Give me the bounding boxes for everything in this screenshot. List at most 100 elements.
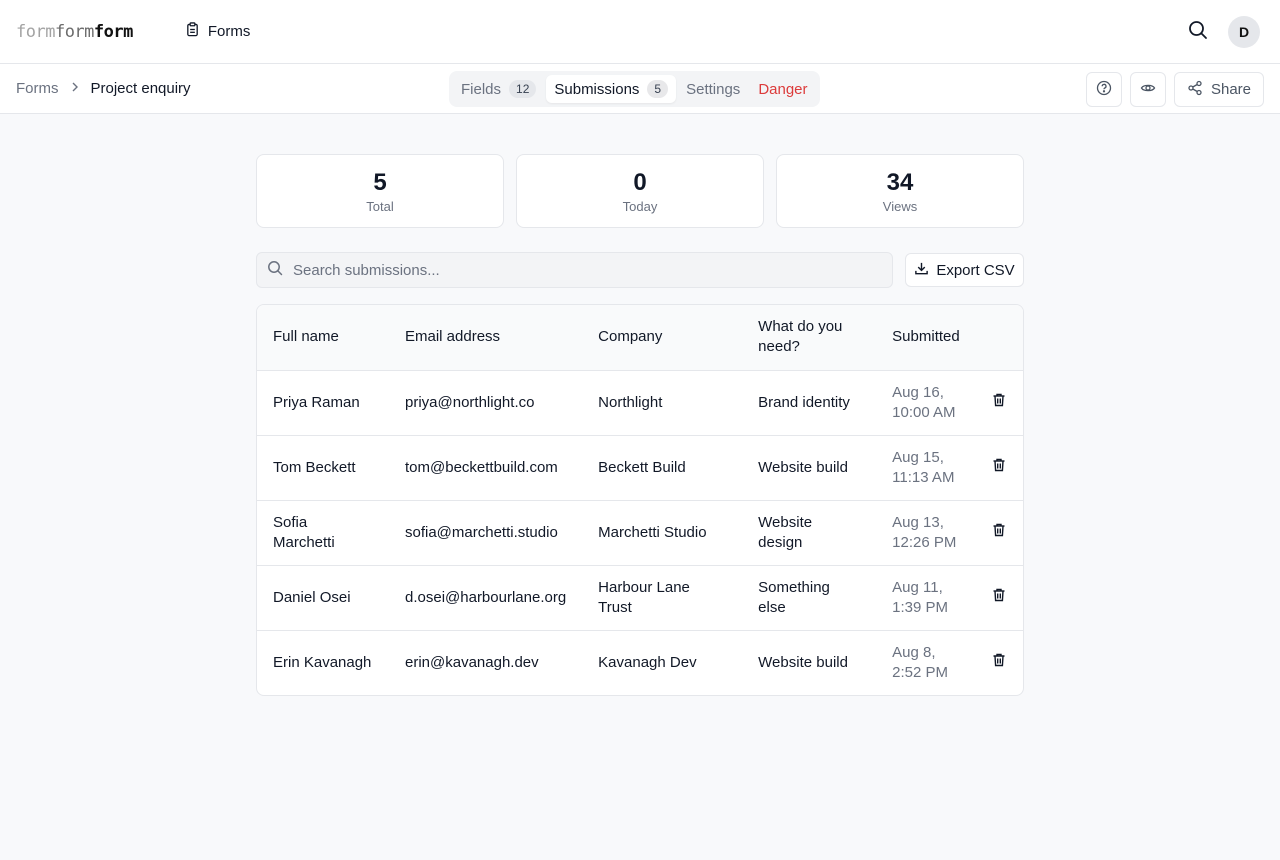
table-row[interactable]: Tom Beckett tom@beckettbuild.com Beckett B… xyxy=(257,435,1023,500)
submitted-time: 1:39 PM xyxy=(892,598,949,616)
breadcrumb-forms-link[interactable]: Forms xyxy=(16,80,59,97)
eye-icon xyxy=(1140,80,1156,100)
tab-submissions-count: 5 xyxy=(647,80,669,98)
cell-actions xyxy=(983,435,1023,500)
cell-submitted: Aug 11, 1:39 PM xyxy=(876,565,983,630)
cell-full-name: Daniel Osei xyxy=(273,588,351,606)
help-button[interactable] xyxy=(1085,72,1122,107)
clipboard-icon xyxy=(185,22,200,41)
tab-settings[interactable]: Settings xyxy=(678,75,748,103)
tab-settings-label: Settings xyxy=(686,80,741,98)
submitted-time: 11:13 AM xyxy=(892,468,955,486)
cell-company: Kavanagh Dev xyxy=(598,653,697,671)
submissions-panel: 5 Total 0 Today 34 Views Search submissi… xyxy=(256,154,1024,696)
cell-company: Northlight xyxy=(598,393,663,411)
cell-need: Website design xyxy=(758,513,813,551)
column-header-actions xyxy=(983,305,1023,370)
column-header-company: Company xyxy=(598,328,663,346)
cell-need: Website build xyxy=(758,653,848,671)
delete-submission-button[interactable] xyxy=(992,523,1006,543)
search-icon xyxy=(1188,20,1208,44)
cell-actions xyxy=(983,500,1023,565)
logo-part-1: form xyxy=(16,21,55,42)
cell-company: Marchetti Studio xyxy=(598,523,707,541)
cell-company: Harbour Lane Trust xyxy=(598,578,690,616)
sub-bar: Forms Project enquiry Fields 12 Submissi… xyxy=(0,64,1280,114)
tab-fields-label: Fields xyxy=(461,80,502,98)
submitted-date: Aug 11, xyxy=(892,578,943,596)
trash-icon xyxy=(992,653,1006,673)
cell-email: tom@beckettbuild.com xyxy=(405,458,558,476)
trash-icon xyxy=(992,458,1006,478)
cell-actions xyxy=(983,370,1023,435)
stat-card-total: 5 Total xyxy=(256,154,504,228)
stat-label: Total xyxy=(366,198,394,214)
global-search-button[interactable] xyxy=(1186,20,1210,44)
cell-actions xyxy=(983,630,1023,695)
stat-value: 34 xyxy=(886,168,914,196)
table-header-row: Full name Email address Company What do … xyxy=(257,305,1023,370)
delete-submission-button[interactable] xyxy=(992,588,1006,608)
cell-email: sofia@marchetti.studio xyxy=(405,523,558,541)
cell-need: Website build xyxy=(758,458,848,476)
delete-submission-button[interactable] xyxy=(992,393,1006,413)
column-header-submitted: Submitted xyxy=(892,328,960,346)
cell-full-name: Tom Beckett xyxy=(273,458,356,476)
table-row[interactable]: Daniel Osei d.osei@harbourlane.org Harbour… xyxy=(257,565,1023,630)
delete-submission-button[interactable] xyxy=(992,458,1006,478)
cell-full-name: Sofia Marchetti xyxy=(273,513,335,551)
form-tabs: Fields 12 Submissions 5 Settings Danger xyxy=(449,71,820,107)
stat-value: 0 xyxy=(633,168,647,196)
stat-value: 5 xyxy=(373,168,387,196)
nav-forms-link[interactable]: Forms xyxy=(185,22,250,41)
submitted-time: 2:52 PM xyxy=(892,663,949,681)
logo-part-2: form xyxy=(54,21,94,42)
breadcrumb: Forms Project enquiry xyxy=(16,80,191,97)
trash-icon xyxy=(992,523,1006,543)
tab-submissions-label: Submissions xyxy=(554,80,640,98)
cell-email: erin@kavanagh.dev xyxy=(405,653,539,671)
stat-label: Views xyxy=(882,198,918,214)
trash-icon xyxy=(992,393,1006,413)
cell-submitted: Aug 13, 12:26 PM xyxy=(876,500,983,565)
submitted-time: 12:26 PM xyxy=(892,533,957,551)
breadcrumb-current: Project enquiry xyxy=(90,80,191,97)
column-header-email: Email address xyxy=(405,328,501,346)
cell-company: Beckett Build xyxy=(598,458,686,476)
preview-button[interactable] xyxy=(1129,72,1166,107)
logo-part-3: form xyxy=(93,21,133,42)
submitted-date: Aug 16, xyxy=(892,383,944,401)
tab-fields-count: 12 xyxy=(509,80,537,98)
tab-danger[interactable]: Danger xyxy=(750,75,815,103)
tab-submissions[interactable]: Submissions 5 xyxy=(546,75,677,103)
trash-icon xyxy=(992,588,1006,608)
search-box xyxy=(256,252,893,288)
cell-submitted: Aug 16, 10:00 AM xyxy=(876,370,983,435)
top-bar: form form form Forms D xyxy=(0,0,1280,64)
cell-need: Something else xyxy=(758,578,830,616)
share-label: Share xyxy=(1210,81,1251,98)
table-row[interactable]: Priya Raman priya@northlight.co Northlight… xyxy=(257,370,1023,435)
cell-submitted: Aug 15, 11:13 AM xyxy=(876,435,983,500)
delete-submission-button[interactable] xyxy=(992,653,1006,673)
cell-email: d.osei@harbourlane.org xyxy=(405,588,567,606)
cell-full-name: Priya Raman xyxy=(273,393,360,411)
export-csv-button[interactable]: Export CSV xyxy=(905,253,1024,287)
cell-submitted: Aug 8, 2:52 PM xyxy=(876,630,983,695)
column-header-need: What do you need? xyxy=(758,318,843,356)
stat-label: Today xyxy=(622,198,658,214)
user-avatar[interactable]: D xyxy=(1228,16,1260,48)
stat-card-views: 34 Views xyxy=(776,154,1024,228)
app-logo[interactable]: form form form xyxy=(16,22,133,42)
table-row[interactable]: Erin Kavanagh erin@kavanagh.dev Kavanagh D… xyxy=(257,630,1023,695)
table-row[interactable]: Sofia Marchetti sofia@marchetti.studio Mar… xyxy=(257,500,1023,565)
tab-danger-label: Danger xyxy=(758,80,808,98)
share-icon xyxy=(1187,80,1203,100)
tab-fields[interactable]: Fields 12 xyxy=(453,75,544,103)
submitted-date: Aug 15, xyxy=(892,448,944,466)
search-submissions-input[interactable] xyxy=(293,261,882,279)
submitted-date: Aug 13, xyxy=(892,513,944,531)
export-csv-label: Export CSV xyxy=(936,261,1015,279)
stats-row: 5 Total 0 Today 34 Views xyxy=(256,154,1024,228)
share-button[interactable]: Share xyxy=(1173,72,1264,107)
